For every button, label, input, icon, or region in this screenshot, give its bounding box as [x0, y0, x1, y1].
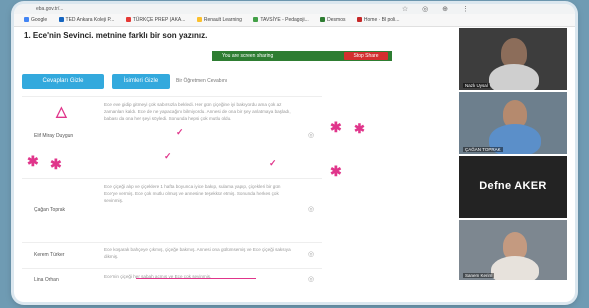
answer-row: Çağan Toprak Ece çiçeği alıp ve çiçekler…	[22, 178, 322, 243]
annotation-star-icon: ✱	[330, 163, 342, 179]
video-participants-panel: Nazlı Uysal ÇAĞAN TOPRAK Defne AKER Sane…	[459, 26, 567, 302]
annotation-underline	[136, 278, 256, 279]
answer-row: Elif Miray Duygun Ece eve gidip gitmeyi …	[22, 96, 322, 179]
screen-share-banner: You are screen sharing Stop Share	[212, 51, 392, 61]
screen-share-message: You are screen sharing	[222, 53, 274, 59]
answer-row: Lina Orhan Ece'nin çiçeği her sabah açmı…	[22, 268, 322, 293]
student-name: Çağan Toprak	[34, 207, 66, 213]
annotation-tick-icon: ✓	[164, 151, 172, 161]
bookmark-home[interactable]: Home · Bl poli...	[356, 17, 399, 23]
annotation-star-icon: ✱	[27, 153, 39, 169]
bookmark-icon	[196, 17, 202, 23]
hide-names-button[interactable]: İsimleri Gizle	[112, 74, 170, 89]
view-icon[interactable]: ◎	[308, 250, 314, 258]
bookmark-renault[interactable]: Renault Learning	[196, 17, 242, 23]
screen-frame: eba.gov.tr/... ☆ ◎ ⊕ ⋮ Google TED Ankara…	[14, 4, 575, 302]
bookmark-google[interactable]: Google	[24, 17, 47, 23]
stop-share-button[interactable]: Stop Share	[344, 52, 388, 60]
question-title: 1. Ece'nin Sevinci. metnine farklı bir s…	[24, 31, 208, 40]
participant-tile[interactable]: Sanem Kerim	[459, 220, 567, 280]
participant-initials: Defne AKER	[479, 180, 547, 192]
stop-share-label: Stop Share	[353, 53, 379, 59]
student-answer: Ece'nin çiçeği her sabah açmış ve Ece ço…	[104, 274, 212, 279]
view-icon[interactable]: ◎	[308, 131, 314, 139]
participant-name: Nazlı Uysal	[463, 83, 490, 88]
bookmark-icon	[356, 17, 362, 23]
bookmark-icon	[125, 17, 131, 23]
annotation-star-icon: ✱	[354, 121, 365, 136]
bookmark-desmos[interactable]: Desmos	[320, 17, 346, 23]
google-icon	[24, 17, 29, 23]
browser-toolbar: eba.gov.tr/... ☆ ◎ ⊕ ⋮	[14, 4, 575, 14]
view-icon[interactable]: ◎	[308, 275, 314, 283]
view-icon[interactable]: ◎	[308, 205, 314, 213]
student-name: Kerem Türker	[34, 252, 65, 258]
bookmark-ted[interactable]: TED Ankara Koleji P...	[58, 17, 114, 23]
ted-icon	[58, 17, 64, 23]
annotation-star-icon: ✱	[50, 156, 62, 172]
student-answer: Ece çiçeği alıp ve çiçeklere 1 hafta boy…	[104, 184, 281, 204]
annotation-warning-icon: △	[56, 103, 67, 119]
participant-tile[interactable]: ÇAĞAN TOPRAK	[459, 92, 567, 154]
student-name: Elif Miray Duygun	[34, 133, 74, 139]
participant-video	[491, 256, 539, 280]
student-answer: Ece eve gidip gitmeyi çok sabırsızla bek…	[104, 102, 291, 122]
student-answer: Ece koşarak bahçeye çıkmış, çiçeğe bakmı…	[104, 247, 291, 260]
participant-tile[interactable]: Nazlı Uysal	[459, 28, 567, 90]
bookmark-tavsiye[interactable]: TAVSİYE - Pedagoji...	[253, 17, 309, 23]
address-bar[interactable]: eba.gov.tr/...	[36, 6, 63, 12]
hide-answers-button[interactable]: Cevapları Gizle	[22, 74, 104, 89]
annotation-tick-icon: ✓	[269, 158, 277, 168]
teacher-answer-link[interactable]: Bir Öğretmen Cevabını	[176, 78, 227, 84]
answer-row: Kerem Türker Ece koşarak bahçeye çıkmış,…	[22, 242, 322, 269]
participant-name: ÇAĞAN TOPRAK	[463, 147, 503, 152]
browser-toolbar-icons[interactable]: ☆ ◎ ⊕ ⋮	[402, 5, 475, 13]
bookmark-icon	[253, 17, 259, 23]
annotation-tick-icon: ✓	[176, 127, 184, 137]
participant-name: Sanem Kerim	[463, 273, 495, 278]
desmos-icon	[320, 17, 326, 23]
annotation-star-icon: ✱	[330, 119, 342, 135]
participant-video	[489, 64, 539, 90]
participant-tile[interactable]: Defne AKER	[459, 156, 567, 218]
student-name: Lina Orhan	[34, 277, 59, 283]
bookmark-turkce-prep[interactable]: TÜRKÇE PREP (AKA...	[125, 17, 185, 23]
